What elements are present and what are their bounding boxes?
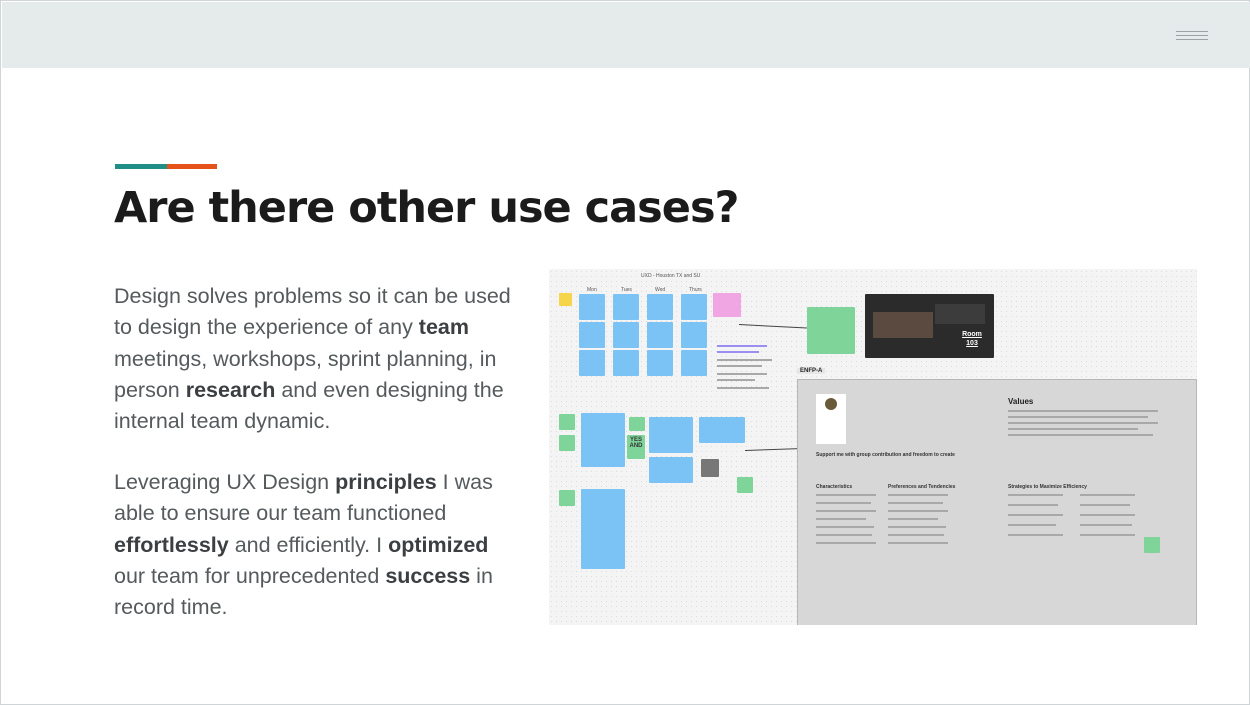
sticky-note [579,322,605,348]
avatar [825,398,837,410]
title-accent-orange [167,164,217,169]
text-line [717,387,769,389]
sticky-note [647,294,673,320]
section-strategies: Strategies to Maximize Efficiency [1008,484,1087,490]
sticky-note [613,350,639,376]
top-bar [2,2,1250,68]
sticky-note [613,322,639,348]
emphasis-text: team [418,315,469,340]
hamburger-menu-icon[interactable] [1176,31,1208,45]
slide-title: Are there other use cases? [114,183,739,233]
sticky-note [581,413,625,467]
connector-line [738,324,807,329]
emphasis-text: optimized [388,532,489,557]
section-preferences: Preferences and Tendencies [888,484,956,490]
column-label-mon: Mon [587,287,597,293]
room-photo: Room 103 [865,294,994,358]
body-text: our team for unprecedented [114,563,386,588]
paragraph-design-solves: Design solves problems so it can be used… [114,281,524,437]
sticky-note [699,417,745,443]
sticky-note [559,293,572,306]
sticky-note [579,350,605,376]
sticky-note [559,435,575,451]
body-text: Leveraging UX Design [114,470,336,494]
emphasis-text: principles [335,470,437,494]
sticky-note [681,294,707,320]
title-accent-teal [115,164,167,169]
column-label-wed: Wed [655,287,666,293]
emphasis-text: effortlessly [114,532,229,557]
sticky-note [581,489,625,569]
slide-frame: Are there other use cases? Design solves… [0,0,1250,705]
sticky-note [681,322,707,348]
section-characteristics: Characteristics [816,484,853,490]
board-title: UXD - Houston TX and SU [641,273,701,279]
text-line [717,345,767,347]
column-label-thurs: Thurs [689,287,702,293]
sticky-note [559,490,575,506]
persona-card [816,394,846,444]
sticky-note [649,417,693,453]
sticky-note [713,293,741,317]
thumbnail-image [701,459,719,477]
sticky-note [1144,537,1160,553]
sticky-note [559,414,575,430]
text-line [717,379,755,381]
persona-tag: ENFP-A [797,368,826,374]
sticky-note [681,350,707,376]
sticky-note [629,417,645,431]
text-line [717,373,767,375]
sticky-note [647,322,673,348]
emphasis-text: research [185,377,276,402]
sticky-note [647,350,673,376]
persona-subtitle: Support me with group contribution and f… [816,452,955,458]
sticky-note [737,477,753,493]
column-label-tues: Tues [621,287,632,293]
body-text: and efficiently. I [228,532,389,557]
sticky-note [807,307,855,354]
sticky-note [613,294,639,320]
sticky-note [649,457,693,483]
text-line [717,359,772,361]
sticky-note [579,294,605,320]
paragraph-leveraging-ux: Leveraging UX Design principles I was ab… [114,467,524,623]
text-line [717,351,759,353]
persona-board: Support me with group contribution and f… [797,379,1197,625]
emphasis-text: success [385,563,471,588]
whiteboard-screenshot: UXD - Houston TX and SU Mon Tues Wed Thu… [549,269,1197,625]
sticky-yes-and: YES AND [627,435,645,459]
room-label: Room 103 [962,331,982,347]
text-line [717,365,762,367]
values-heading: Values [1008,397,1034,406]
